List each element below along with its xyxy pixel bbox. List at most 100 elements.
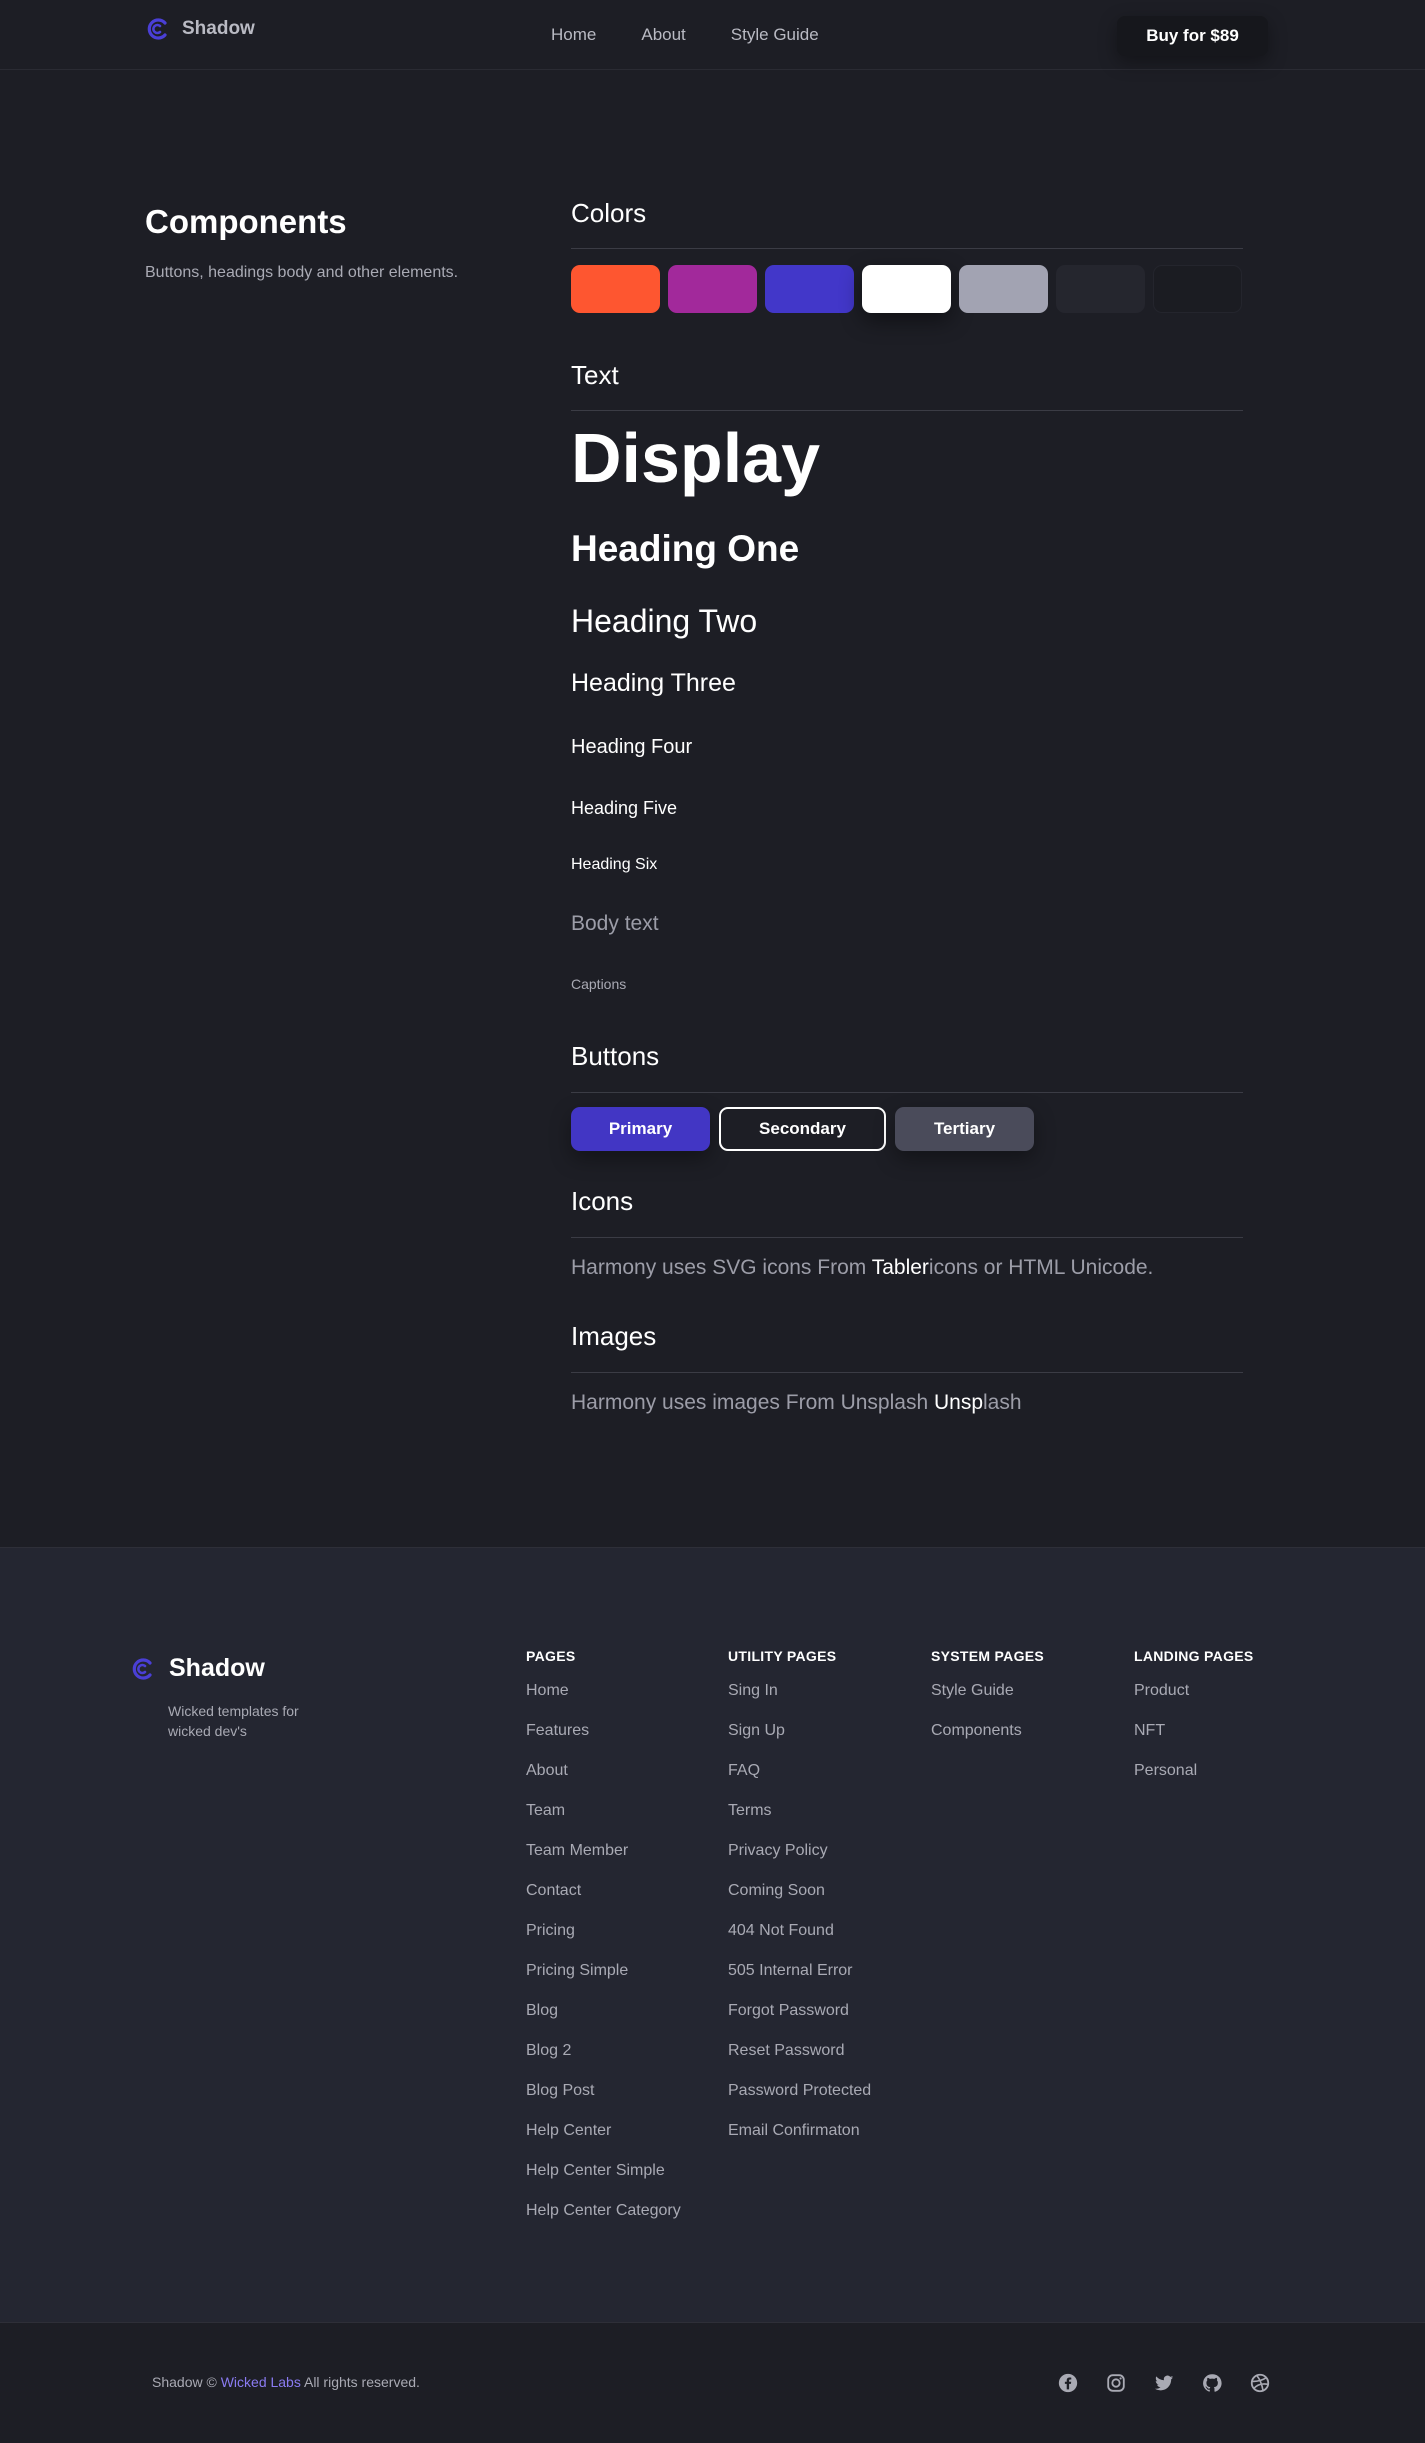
brand-logo-link[interactable]: Shadow (145, 17, 255, 41)
footer-link[interactable]: Coming Soon (728, 1882, 871, 1922)
footer-link[interactable]: Style Guide (931, 1682, 1044, 1722)
footer-column-utility-pages: UTILITY PAGES Sing In Sign Up FAQ Terms … (728, 1648, 871, 2162)
secondary-button[interactable]: Secondary (719, 1107, 886, 1151)
color-swatch-charcoal (1056, 265, 1145, 313)
heading-three: Heading Three (571, 669, 736, 697)
body-text-sample: Body text (571, 912, 659, 935)
footer-column-system-pages: SYSTEM PAGES Style Guide Components (931, 1648, 1044, 1762)
facebook-icon[interactable] (1057, 2372, 1079, 2394)
twitter-icon[interactable] (1153, 2372, 1175, 2394)
footer: Shadow Wicked templates for wicked dev's… (0, 1547, 1425, 2322)
github-icon[interactable] (1201, 2372, 1223, 2394)
images-description: Harmony uses images From Unsplash Unspla… (571, 1391, 1022, 1415)
footer-link[interactable]: About (526, 1762, 681, 1802)
footer-link[interactable]: Password Protected (728, 2082, 871, 2122)
buy-button[interactable]: Buy for $89 (1117, 16, 1268, 56)
footer-logo-icon (130, 1657, 154, 1681)
logo-icon (145, 17, 169, 41)
dribbble-icon[interactable] (1249, 2372, 1271, 2394)
top-navigation: Shadow Home About Style Guide Buy for $8… (0, 0, 1425, 70)
color-swatch-dark (1153, 265, 1242, 313)
nav-link-home[interactable]: Home (551, 25, 596, 45)
footer-link[interactable]: Sign Up (728, 1722, 871, 1762)
footer-link[interactable]: Help Center Simple (526, 2162, 681, 2202)
caption-text-sample: Captions (571, 976, 627, 992)
heading-six: Heading Six (571, 856, 658, 873)
footer-link[interactable]: 505 Internal Error (728, 1962, 871, 2002)
footer-brand[interactable]: Shadow (130, 1654, 265, 1683)
icons-divider (571, 1237, 1243, 1238)
footer-link[interactable]: Blog Post (526, 2082, 681, 2122)
color-swatch-orange (571, 265, 660, 313)
unsplash-link[interactable]: Unsp (934, 1391, 983, 1414)
nav-link-style-guide[interactable]: Style Guide (731, 25, 819, 45)
footer-link[interactable]: Team (526, 1802, 681, 1842)
button-samples: Primary Secondary Tertiary (571, 1107, 1043, 1151)
footer-link[interactable]: Help Center (526, 2122, 681, 2162)
icons-description: Harmony uses SVG icons From Tablericons … (571, 1256, 1153, 1280)
footer-link[interactable]: Pricing Simple (526, 1962, 681, 2002)
footer-link[interactable]: Contact (526, 1882, 681, 1922)
heading-five: Heading Five (571, 798, 678, 818)
footer-link[interactable]: Pricing (526, 1922, 681, 1962)
color-swatch-indigo (765, 265, 854, 313)
colors-divider (571, 248, 1243, 249)
heading-four: Heading Four (571, 736, 693, 758)
footer-link[interactable]: Personal (1134, 1762, 1254, 1802)
footer-column-title: UTILITY PAGES (728, 1648, 837, 1664)
footer-bottom-bar: Shadow © Wicked Labs All rights reserved… (0, 2322, 1425, 2443)
images-text-before: Harmony uses images From Unsplash (571, 1391, 934, 1414)
color-swatches (571, 265, 1250, 313)
color-swatch-white (862, 265, 951, 313)
footer-link[interactable]: Email Confirmaton (728, 2122, 871, 2162)
footer-link[interactable]: Product (1134, 1682, 1254, 1722)
footer-link[interactable]: Sing In (728, 1682, 871, 1722)
footer-column-title: LANDING PAGES (1134, 1648, 1254, 1664)
icons-text-before: Harmony uses SVG icons From (571, 1256, 872, 1279)
footer-link[interactable]: Terms (728, 1802, 871, 1842)
buttons-section-title: Buttons (571, 1041, 660, 1071)
buttons-divider (571, 1092, 1243, 1093)
footer-link[interactable]: Features (526, 1722, 681, 1762)
images-section-title: Images (571, 1321, 657, 1351)
footer-link[interactable]: 404 Not Found (728, 1922, 871, 1962)
footer-tagline: Wicked templates for wicked dev's (168, 1703, 299, 1739)
footer-link[interactable]: Reset Password (728, 2042, 871, 2082)
footer-link[interactable]: Privacy Policy (728, 1842, 871, 1882)
page-subtitle: Buttons, headings body and other element… (145, 264, 459, 281)
instagram-icon[interactable] (1105, 2372, 1127, 2394)
footer-link[interactable]: Help Center Category (526, 2202, 681, 2242)
copyright: Shadow © Wicked Labs All rights reserved… (152, 2374, 420, 2390)
images-divider (571, 1372, 1243, 1373)
copyright-suffix: All rights reserved. (303, 2374, 420, 2390)
images-text-after: lash (983, 1391, 1022, 1414)
heading-one: Heading One (571, 528, 800, 569)
page-title: Components (145, 203, 347, 240)
icons-section-title: Icons (571, 1186, 634, 1216)
footer-link[interactable]: Blog 2 (526, 2042, 681, 2082)
footer-column-title: SYSTEM PAGES (931, 1648, 1045, 1664)
footer-link[interactable]: NFT (1134, 1722, 1254, 1762)
footer-link[interactable]: Forgot Password (728, 2002, 871, 2042)
colors-section-title: Colors (571, 198, 647, 228)
copyright-prefix: Shadow © (152, 2374, 217, 2390)
wicked-labs-link[interactable]: Wicked Labs (221, 2374, 301, 2390)
footer-link[interactable]: Blog (526, 2002, 681, 2042)
nav-links: Home About Style Guide (551, 25, 864, 45)
color-swatch-magenta (668, 265, 757, 313)
footer-link[interactable]: Home (526, 1682, 681, 1722)
heading-two: Heading Two (571, 603, 758, 639)
footer-link[interactable]: Team Member (526, 1842, 681, 1882)
tertiary-button[interactable]: Tertiary (895, 1107, 1034, 1151)
brand-name: Shadow (182, 18, 255, 39)
primary-button[interactable]: Primary (571, 1107, 710, 1151)
text-section-title: Text (571, 360, 619, 390)
footer-link[interactable]: Components (931, 1722, 1044, 1762)
tabler-icons-link[interactable]: Tabler (872, 1256, 929, 1279)
footer-link[interactable]: FAQ (728, 1762, 871, 1802)
footer-column-landing-pages: LANDING PAGES Product NFT Personal (1134, 1648, 1254, 1802)
display-text: Display (571, 419, 820, 497)
nav-link-about[interactable]: About (641, 25, 685, 45)
color-swatch-gray (959, 265, 1048, 313)
footer-column-title: PAGES (526, 1648, 576, 1664)
